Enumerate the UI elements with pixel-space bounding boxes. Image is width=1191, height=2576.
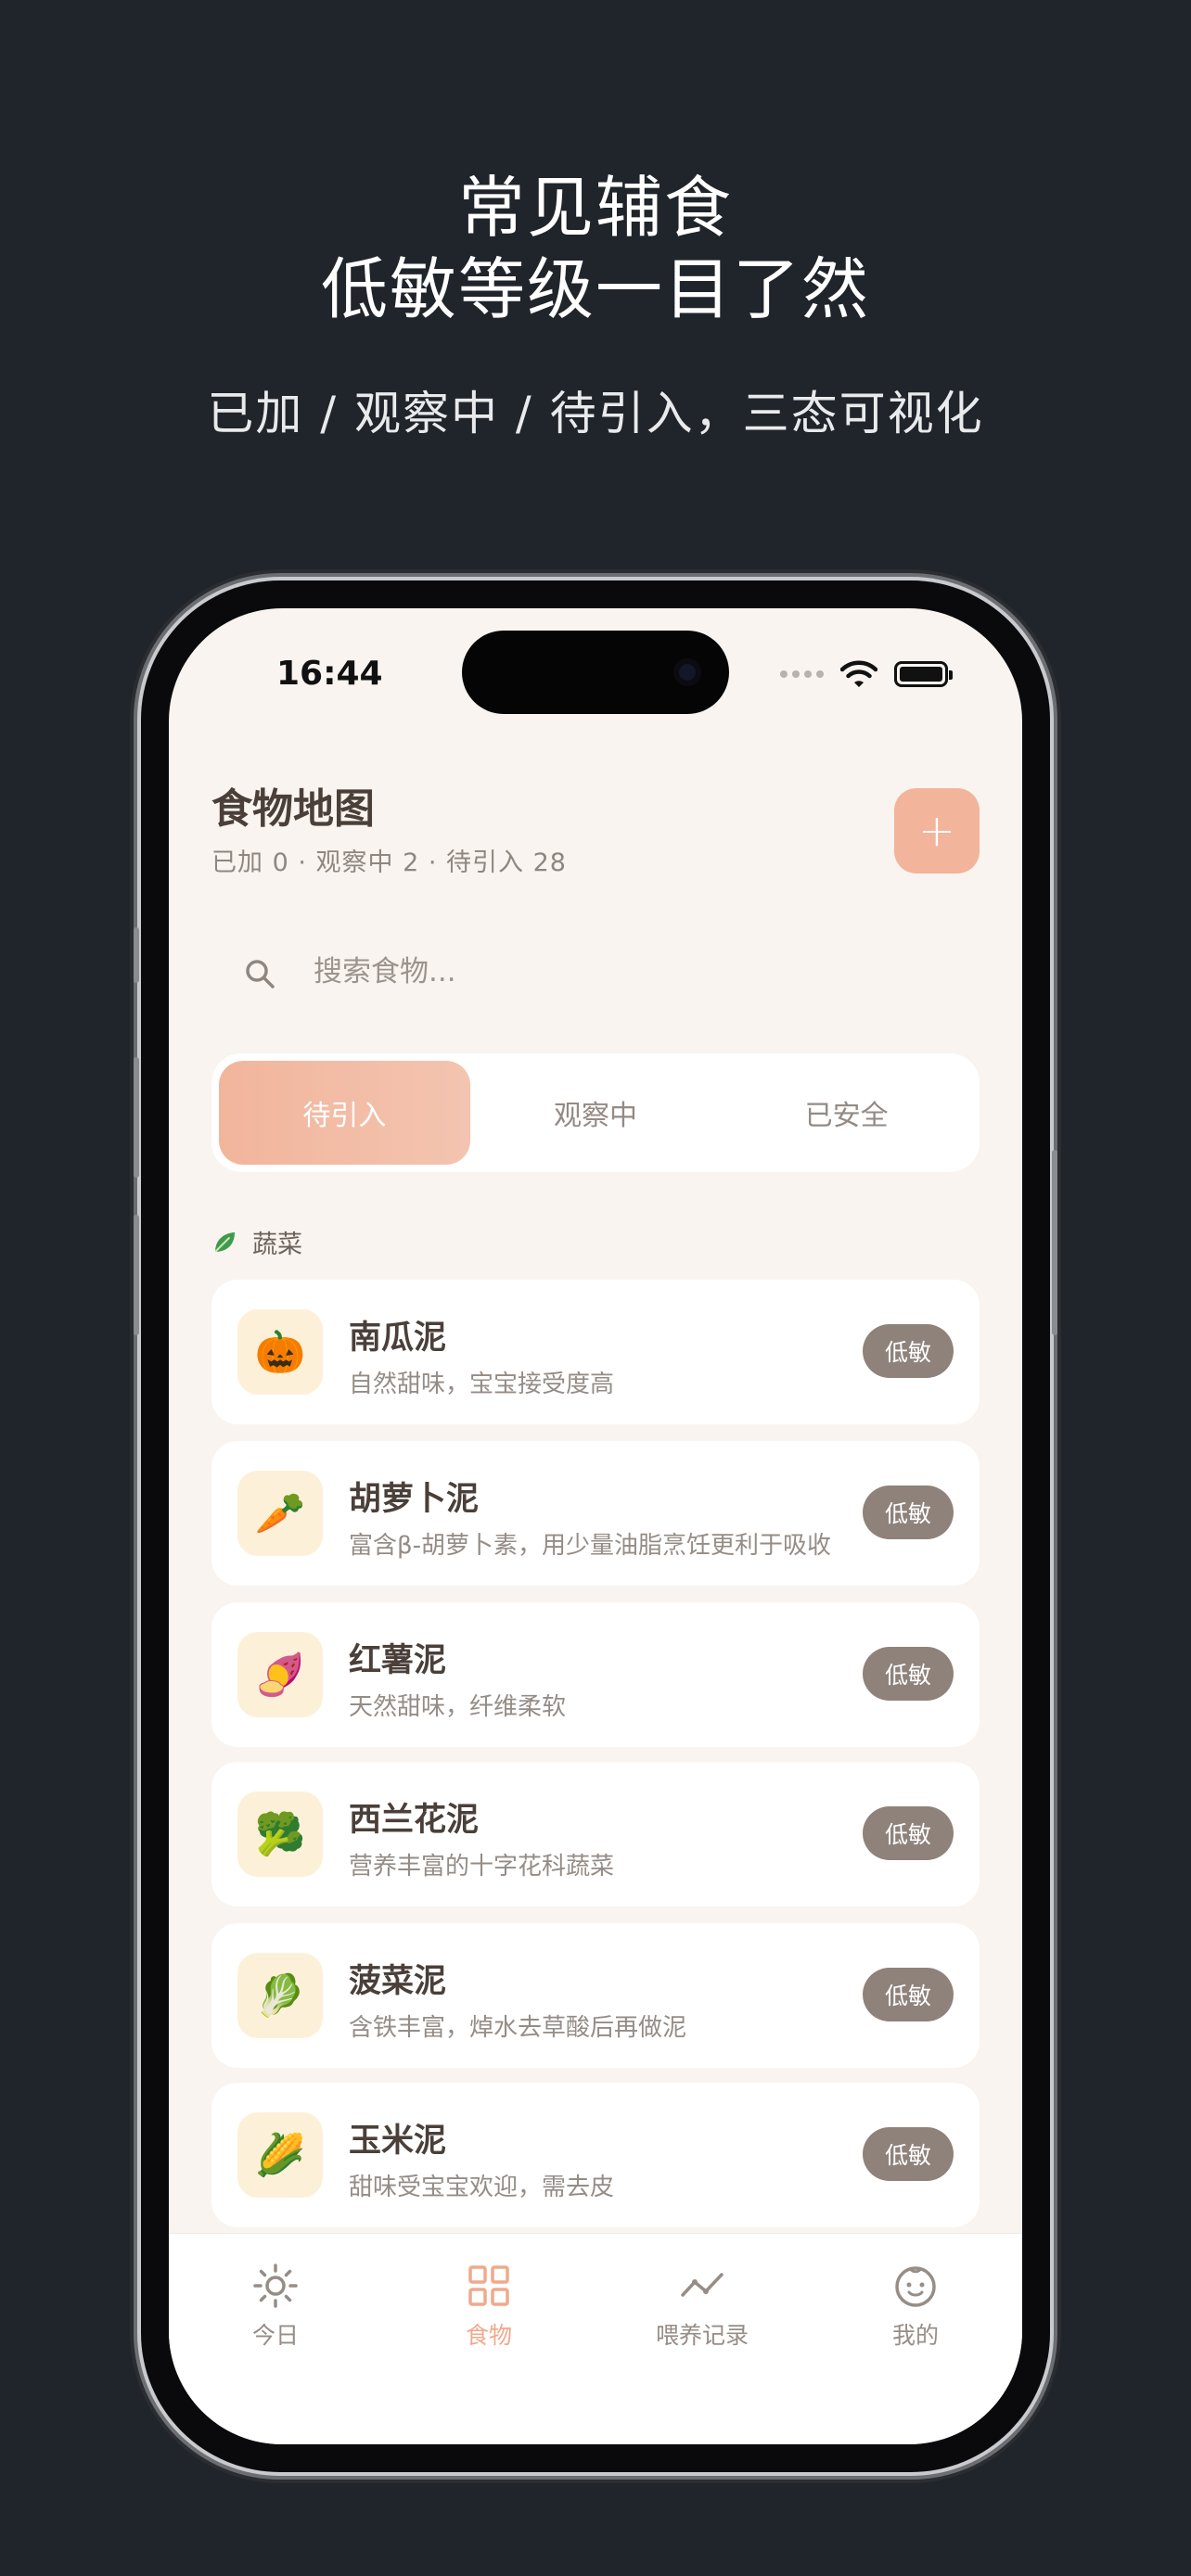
sun-icon: [253, 2264, 298, 2308]
sweet-potato-icon: 🍠: [237, 1632, 323, 1717]
section-header: 蔬菜: [211, 1224, 302, 1260]
food-description: 天然甜味，纤维柔软: [349, 1693, 567, 1721]
leaf-icon: [215, 1231, 235, 1252]
food-item-carrot[interactable]: 🥕 胡萝卜泥 富含β-胡萝卜素，用少量油脂烹饪更利于吸收 低敏: [211, 1441, 980, 1586]
app-screen: 16:44 食物地图 已加 0 · 观察中 2 · 待引入 28 + 待引入 观…: [169, 608, 1022, 2444]
food-item-broccoli[interactable]: 🥦 西兰花泥 营养丰富的十字花科蔬菜 低敏: [211, 1762, 980, 1906]
food-name: 菠菜泥: [349, 1963, 447, 2000]
tab-label: 食物: [465, 2322, 512, 2349]
promo-subtitle: 已加 / 观察中 / 待引入，三态可视化: [207, 387, 984, 440]
food-item-pumpkin[interactable]: 🎃 南瓜泥 自然甜味，宝宝接受度高 低敏: [211, 1280, 980, 1424]
tab-label: 今日: [251, 2322, 299, 2349]
page-title: 食物地图: [211, 785, 375, 833]
food-description: 甜味受宝宝欢迎，需去皮: [349, 2174, 615, 2201]
dynamic-island: [462, 631, 729, 714]
signal-icon: [780, 670, 824, 678]
tab-food[interactable]: 食物: [382, 2262, 596, 2351]
baby-face-icon: [895, 2266, 936, 2307]
status-summary: 已加 0 · 观察中 2 · 待引入 28: [211, 848, 567, 877]
status-filter: 待引入 观察中 已安全: [211, 1053, 980, 1172]
add-food-button[interactable]: +: [894, 788, 980, 874]
trend-icon: [681, 2273, 724, 2297]
allergy-level-badge: 低敏: [863, 1486, 954, 1539]
corn-icon: 🌽: [237, 2112, 323, 2198]
tab-safe[interactable]: 已安全: [721, 1061, 972, 1165]
action-button: [134, 927, 139, 983]
search-icon: [246, 960, 275, 988]
wifi-icon: [840, 660, 877, 687]
broccoli-icon: 🥦: [237, 1792, 323, 1877]
food-name: 西兰花泥: [349, 1802, 480, 1839]
status-icons: [780, 660, 953, 688]
battery-icon: [894, 661, 953, 687]
tab-pending[interactable]: 待引入: [219, 1061, 470, 1165]
food-description: 含铁丰富，焯水去草酸后再做泥: [349, 2014, 687, 2042]
allergy-level-badge: 低敏: [863, 1968, 954, 2021]
promo-title-line1: 常见辅食: [457, 169, 733, 247]
search-input[interactable]: [314, 944, 944, 1000]
tab-label: 喂养记录: [655, 2322, 749, 2349]
search-bar[interactable]: [211, 931, 980, 1013]
camera-icon: [673, 658, 701, 686]
allergy-level-badge: 低敏: [863, 2127, 954, 2181]
tab-feeding-log[interactable]: 喂养记录: [596, 2262, 809, 2351]
home-indicator: [466, 2413, 725, 2422]
tab-today[interactable]: 今日: [169, 2262, 382, 2351]
tab-observing[interactable]: 观察中: [470, 1061, 722, 1165]
volume-down-button: [134, 1215, 139, 1335]
food-name: 玉米泥: [349, 2123, 447, 2160]
power-button: [1052, 1150, 1057, 1335]
promo-title: 常见辅食 低敏等级一目了然: [0, 167, 1191, 330]
food-description: 自然甜味，宝宝接受度高: [349, 1371, 615, 1398]
food-name: 南瓜泥: [349, 1320, 447, 1357]
tab-profile[interactable]: 我的: [809, 2262, 1022, 2351]
pumpkin-icon: 🎃: [237, 1309, 323, 1395]
section-label: 蔬菜: [252, 1231, 302, 1259]
food-item-corn[interactable]: 🌽 玉米泥 甜味受宝宝欢迎，需去皮 低敏: [211, 2083, 980, 2227]
volume-up-button: [134, 1057, 139, 1178]
grid-icon: [468, 2265, 509, 2306]
allergy-level-badge: 低敏: [863, 1806, 954, 1860]
food-item-sweet-potato[interactable]: 🍠 红薯泥 天然甜味，纤维柔软 低敏: [211, 1602, 980, 1747]
allergy-level-badge: 低敏: [863, 1647, 954, 1701]
status-time: 16:44: [276, 655, 383, 693]
food-item-spinach[interactable]: 🥬 菠菜泥 含铁丰富，焯水去草酸后再做泥 低敏: [211, 1923, 980, 2068]
leafy-green-icon: 🥬: [237, 1953, 323, 2038]
tab-bar: 今日 食物 喂养记录 我的: [169, 2233, 1022, 2444]
allergy-level-badge: 低敏: [863, 1324, 954, 1378]
food-name: 红薯泥: [349, 1642, 447, 1679]
promo-title-line2: 低敏等级一目了然: [320, 250, 870, 328]
food-description: 营养丰富的十字花科蔬菜: [349, 1853, 615, 1881]
food-name: 胡萝卜泥: [349, 1481, 480, 1518]
carrot-icon: 🥕: [237, 1471, 323, 1556]
food-description: 富含β-胡萝卜素，用少量油脂烹饪更利于吸收: [349, 1532, 831, 1560]
tab-label: 我的: [891, 2322, 939, 2349]
